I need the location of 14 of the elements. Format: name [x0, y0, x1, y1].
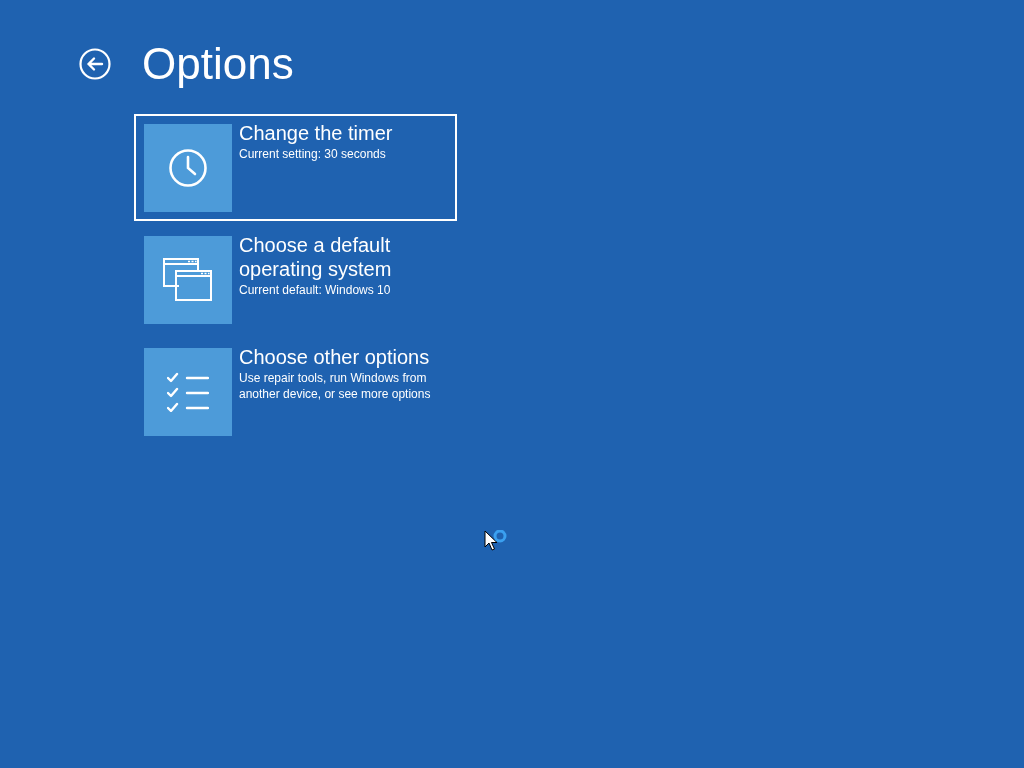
option-item[interactable]: Change the timer Current setting: 30 seconds: [134, 114, 457, 221]
windows-icon: [163, 258, 213, 302]
option-item[interactable]: Choose other options Use repair tools, run Windows from another device, or see more options: [134, 338, 457, 445]
option-title: Choose a default operating system: [239, 233, 393, 281]
option-description: Use repair tools, run Windows from another device, or see more options: [239, 370, 432, 402]
option-title: Change the timer: [239, 121, 393, 145]
page-title: Options: [142, 38, 294, 90]
option-item[interactable]: Choose a default operating system Current default: Windows 10: [134, 226, 457, 333]
option-description: Current setting: 30 seconds: [239, 146, 386, 162]
back-button[interactable]: [79, 48, 111, 80]
checklist-icon: [167, 372, 209, 412]
clock-icon: [168, 148, 208, 188]
option-title: Choose other options: [239, 345, 430, 369]
option-description: Current default: Windows 10: [239, 282, 391, 298]
